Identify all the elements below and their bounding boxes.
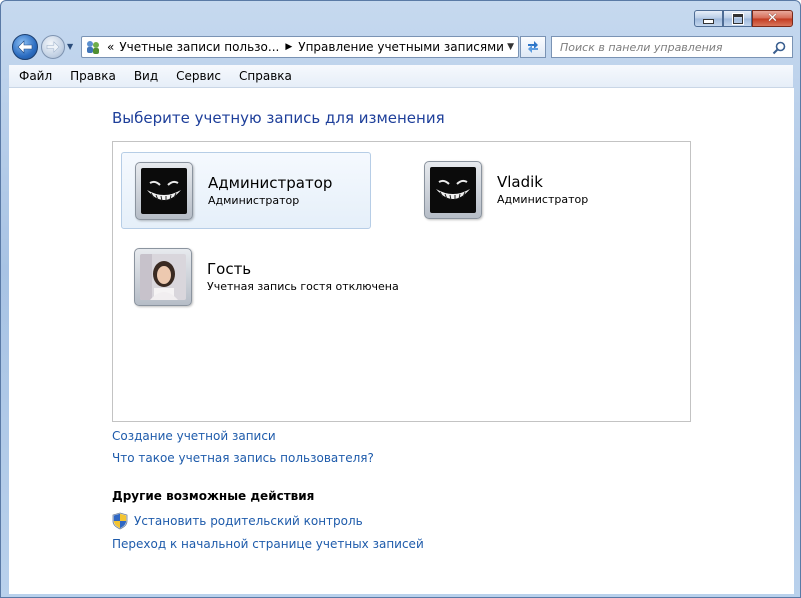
- menu-edit[interactable]: Правка: [60, 69, 124, 83]
- account-role: Учетная запись гостя отключена: [207, 280, 399, 293]
- back-button[interactable]: [12, 34, 38, 60]
- create-account-link[interactable]: Создание учетной записи: [112, 429, 276, 443]
- account-name: Vladik: [497, 173, 543, 191]
- address-dropdown-icon[interactable]: ▼: [507, 42, 514, 52]
- uac-shield-icon: [112, 512, 128, 530]
- back-arrow-icon: [17, 40, 33, 54]
- account-name: Гость: [207, 260, 252, 278]
- page-title: Выберите учетную запись для изменения: [112, 109, 445, 127]
- maximize-icon: [731, 12, 744, 25]
- avatar: [134, 248, 192, 306]
- account-tile-vladik[interactable]: Vladik Администратор: [411, 152, 661, 229]
- other-actions-heading: Другие возможные действия: [112, 489, 315, 503]
- search-input[interactable]: [558, 39, 772, 55]
- search-icon[interactable]: [772, 40, 786, 55]
- avatar: [424, 161, 482, 219]
- minimize-button[interactable]: [694, 10, 723, 27]
- refresh-button[interactable]: [520, 36, 546, 58]
- account-tile-guest[interactable]: Гость Учетная запись гостя отключена: [121, 239, 399, 316]
- address-bar[interactable]: « Учетные записи пользо... ▶ Управление …: [81, 36, 519, 58]
- parental-control-link[interactable]: Установить родительский контроль: [134, 514, 363, 528]
- account-name: Администратор: [208, 174, 333, 192]
- refresh-icon: [528, 41, 538, 53]
- what-is-account-link[interactable]: Что такое учетная запись пользователя?: [112, 451, 374, 465]
- guest-photo-avatar: [140, 254, 186, 300]
- recent-pages-dropdown-icon[interactable]: ▼: [67, 42, 73, 51]
- grin-avatar-icon: [141, 168, 187, 214]
- maximize-button[interactable]: [723, 10, 752, 27]
- search-box[interactable]: [551, 36, 793, 58]
- avatar: [135, 162, 193, 220]
- explorer-window: ✕ ▼ « Учетные записи пользо... ▶ Управле…: [0, 0, 801, 598]
- menu-file[interactable]: Файл: [9, 69, 60, 83]
- forward-arrow-icon: [46, 41, 60, 53]
- breadcrumb-overflow[interactable]: «: [107, 40, 114, 54]
- menu-bar: Файл Правка Вид Сервис Справка: [9, 65, 793, 88]
- menu-help[interactable]: Справка: [229, 69, 300, 83]
- breadcrumb-manage-accounts[interactable]: Управление учетными записями: [298, 40, 504, 54]
- account-role: Администратор: [497, 193, 589, 206]
- close-button[interactable]: ✕: [752, 10, 793, 27]
- breadcrumb-arrow-icon[interactable]: ▶: [285, 42, 292, 52]
- content-area: Выберите учетную запись для изменения Ад…: [9, 88, 794, 594]
- user-accounts-icon: [85, 39, 101, 55]
- close-icon: ✕: [767, 11, 778, 26]
- accounts-panel: Администратор Администратор Vladik Админ…: [112, 141, 691, 422]
- account-role: Администратор: [208, 194, 300, 207]
- breadcrumb-user-accounts[interactable]: Учетные записи пользо...: [119, 40, 279, 54]
- grin-avatar-icon: [430, 167, 476, 213]
- account-tile-administrator[interactable]: Администратор Администратор: [121, 152, 371, 229]
- menu-view[interactable]: Вид: [124, 69, 166, 83]
- forward-button[interactable]: [41, 35, 65, 59]
- accounts-home-link[interactable]: Переход к начальной странице учетных зап…: [112, 537, 424, 551]
- minimize-icon: [703, 19, 714, 24]
- menu-tools[interactable]: Сервис: [166, 69, 229, 83]
